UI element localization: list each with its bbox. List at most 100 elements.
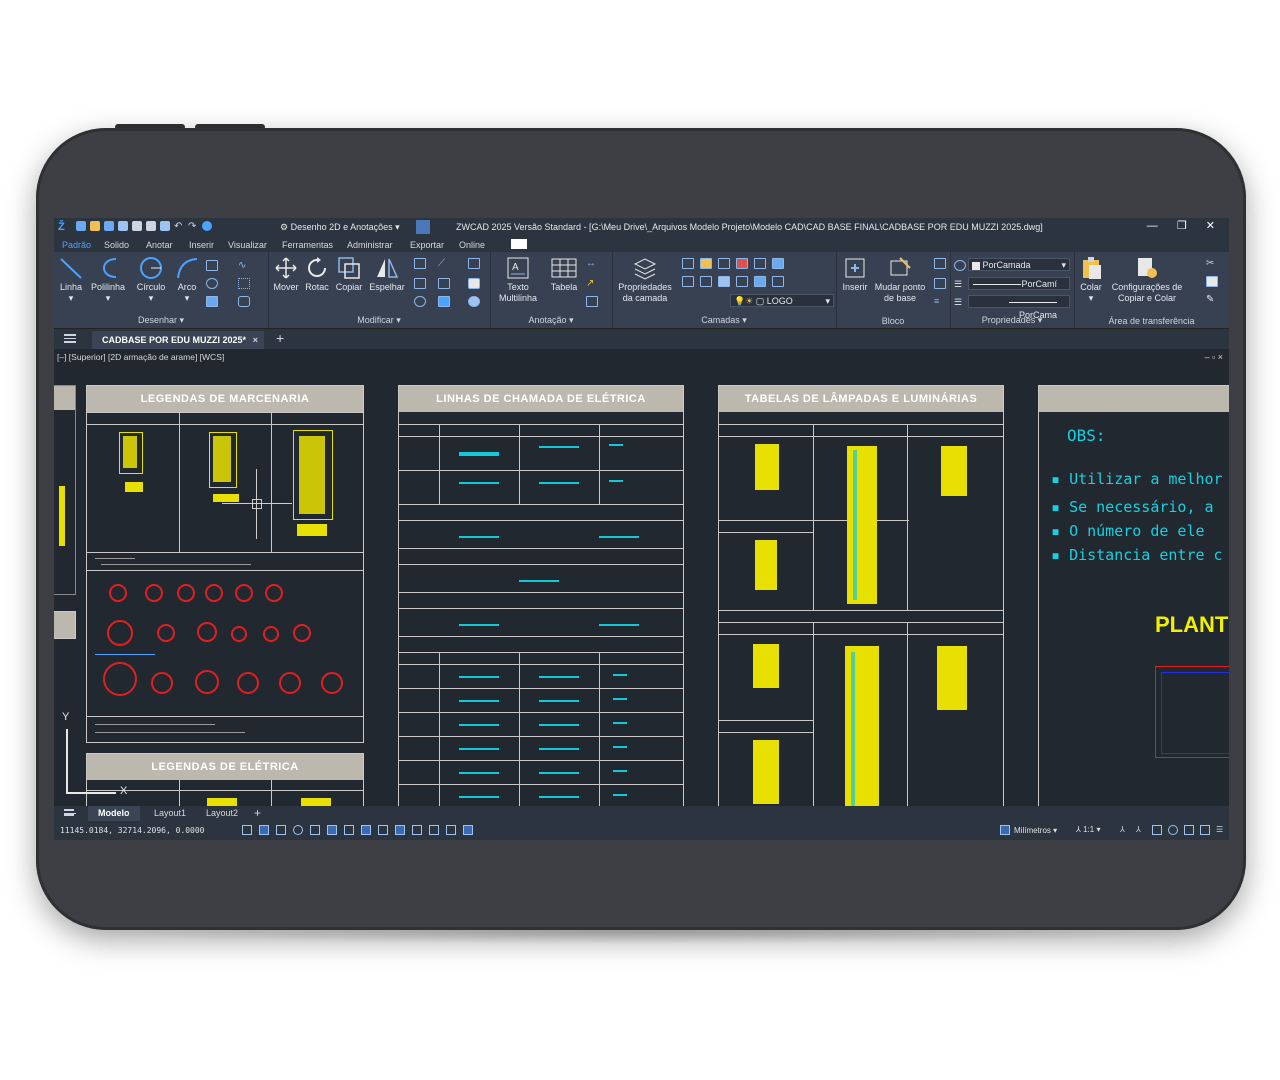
layer-delete-icon[interactable] <box>718 276 730 287</box>
panel-camadas-title[interactable]: Camadas ▾ <box>612 315 836 326</box>
undo-icon[interactable]: ↶ <box>174 221 184 232</box>
match-brush-icon[interactable]: ✎ <box>1206 294 1216 305</box>
edit-block-icon[interactable] <box>934 278 946 289</box>
customize-statusbar-icon[interactable]: ☰ <box>1216 825 1226 835</box>
tab-solido[interactable]: Solido <box>104 240 129 250</box>
customize-toolbar-icon[interactable] <box>416 220 430 234</box>
dynamic-input-icon[interactable] <box>361 825 371 835</box>
cut-icon[interactable]: ✂ <box>1206 258 1216 269</box>
grid-icon[interactable] <box>242 825 252 835</box>
layout-menu-icon[interactable] <box>64 809 76 816</box>
close-tab-icon[interactable]: × <box>253 331 258 349</box>
document-tab[interactable]: CADBASE POR EDU MUZZI 2025* × <box>92 331 264 349</box>
match-properties-icon[interactable] <box>954 260 966 271</box>
layer-walk-icon[interactable] <box>682 276 694 287</box>
print-icon[interactable] <box>146 221 156 231</box>
layer-unisolate-icon[interactable] <box>754 276 766 287</box>
copy-button[interactable]: Copiar <box>334 256 364 293</box>
auto-scale-icon[interactable]: ⅄ <box>1136 825 1146 835</box>
fullscreen-icon[interactable] <box>1200 825 1210 835</box>
layer-isolate-icon[interactable] <box>682 258 694 269</box>
annotation-scale-icon[interactable] <box>586 296 598 307</box>
units-dropdown[interactable]: Milímetros ▾ <box>1014 826 1057 835</box>
tab-exportar[interactable]: Exportar <box>410 240 444 250</box>
snap-icon[interactable] <box>259 825 269 835</box>
add-layout-icon[interactable]: + <box>254 806 261 820</box>
mirror-button[interactable]: Espelhar <box>368 256 406 293</box>
tab-modelo[interactable]: Modelo <box>88 806 140 821</box>
polyline-button[interactable]: Polilinha ▾ <box>90 256 126 304</box>
units-toggle-icon[interactable] <box>463 825 473 835</box>
linetype-icon[interactable]: ☰ <box>954 279 964 289</box>
app-logo-icon[interactable]: Ž <box>58 221 72 233</box>
drawing-viewport[interactable]: [–] [Superior] [2D armação de arame] [WC… <box>54 349 1229 806</box>
ellipse-icon[interactable] <box>206 278 218 289</box>
layer-merge-icon[interactable] <box>700 276 712 287</box>
copy-clip-icon[interactable] <box>1206 276 1218 287</box>
viewport-controls[interactable]: – ▫ × <box>1205 352 1223 362</box>
menu-icon[interactable] <box>64 334 76 343</box>
rectangle-icon[interactable] <box>206 260 218 271</box>
panel-propriedades-title[interactable]: Propriedades ▾ <box>950 315 1074 326</box>
tab-online[interactable]: Online <box>459 240 485 250</box>
panel-desenhar-title[interactable]: Desenhar ▾ <box>54 315 268 326</box>
tab-visualizar[interactable]: Visualizar <box>228 240 267 250</box>
region-icon[interactable] <box>238 296 250 307</box>
annotation-scale-dropdown[interactable]: ⅄ 1:1 ▾ <box>1076 825 1100 834</box>
workspace-switch-icon[interactable] <box>1152 825 1162 835</box>
tab-padrao[interactable]: Padrão <box>62 240 91 250</box>
create-block-icon[interactable] <box>934 258 946 269</box>
layer-off-icon[interactable] <box>718 258 730 269</box>
tab-layout1[interactable]: Layout1 <box>144 806 196 821</box>
otrack-icon[interactable] <box>327 825 337 835</box>
save-as-icon[interactable] <box>118 221 128 231</box>
layer-previous-icon[interactable] <box>772 258 784 269</box>
selection-cycling-icon[interactable] <box>412 825 422 835</box>
tab-inserir[interactable]: Inserir <box>189 240 214 250</box>
polar-icon[interactable] <box>293 825 303 835</box>
workspace-selector[interactable]: ⚙ Desenho 2D e Anotações ▾ <box>280 222 400 233</box>
spline-icon[interactable]: ∿ <box>238 260 248 271</box>
ortho-icon[interactable] <box>276 825 286 835</box>
online-icon[interactable] <box>202 221 212 231</box>
layer-dropdown[interactable]: 💡☀ ▢ LOGO ▾ <box>730 294 834 307</box>
layer-thaw-icon[interactable] <box>772 276 784 287</box>
mtext-button[interactable]: A Texto Multilinha <box>494 256 542 304</box>
plot-preview-icon[interactable] <box>160 221 170 231</box>
panel-anotacao-title[interactable]: Anotação ▾ <box>490 315 612 326</box>
change-base-point-button[interactable]: Mudar ponto de base <box>872 256 928 304</box>
annotation-monitor-icon[interactable] <box>446 825 456 835</box>
dynamic-ucs-icon[interactable] <box>344 825 354 835</box>
publish-icon[interactable] <box>132 221 142 231</box>
open-file-icon[interactable] <box>90 221 100 231</box>
linetype-dropdown[interactable]: PorCamí <box>968 277 1070 290</box>
gizmo-icon[interactable] <box>429 825 439 835</box>
layer-freeze-icon[interactable] <box>700 258 712 269</box>
circle-button[interactable]: Círculo ▾ <box>134 256 168 304</box>
tab-anotar[interactable]: Anotar <box>146 240 173 250</box>
layer-match-icon[interactable] <box>754 258 766 269</box>
arc-button[interactable]: Arco ▾ <box>172 256 202 304</box>
copy-paste-settings-button[interactable]: Configurações de Copiar e Colar <box>1108 256 1186 304</box>
ribbon-display-toggle-icon[interactable] <box>511 239 527 249</box>
explode-icon[interactable] <box>468 258 480 269</box>
window-controls[interactable]: — ❐ ✕ <box>1147 219 1223 232</box>
offset-icon[interactable] <box>468 296 480 307</box>
lineweight-dropdown[interactable]: PorCama <box>968 295 1070 320</box>
new-tab-icon[interactable]: + <box>276 330 284 346</box>
units-icon[interactable] <box>1000 825 1010 835</box>
isolate-objects-icon[interactable] <box>1184 825 1194 835</box>
scale-icon[interactable] <box>438 278 450 289</box>
leader-icon[interactable]: ↗ <box>586 278 596 289</box>
attribute-icon[interactable]: ≡ <box>934 296 944 306</box>
color-dropdown[interactable]: PorCamada ▾ <box>968 258 1070 271</box>
save-icon[interactable] <box>104 221 114 231</box>
layer-properties-button[interactable]: Propriedades da camada <box>616 256 674 304</box>
rotate-button[interactable]: Rotac <box>304 256 330 293</box>
viewport-label[interactable]: [–] [Superior] [2D armação de arame] [WC… <box>57 352 224 362</box>
erase-icon[interactable] <box>468 278 480 289</box>
annotation-visibility-icon[interactable]: ⅄ <box>1120 825 1130 835</box>
osnap-icon[interactable] <box>310 825 320 835</box>
insert-block-button[interactable]: Inserir <box>840 256 870 293</box>
hatch-icon[interactable] <box>206 296 218 307</box>
